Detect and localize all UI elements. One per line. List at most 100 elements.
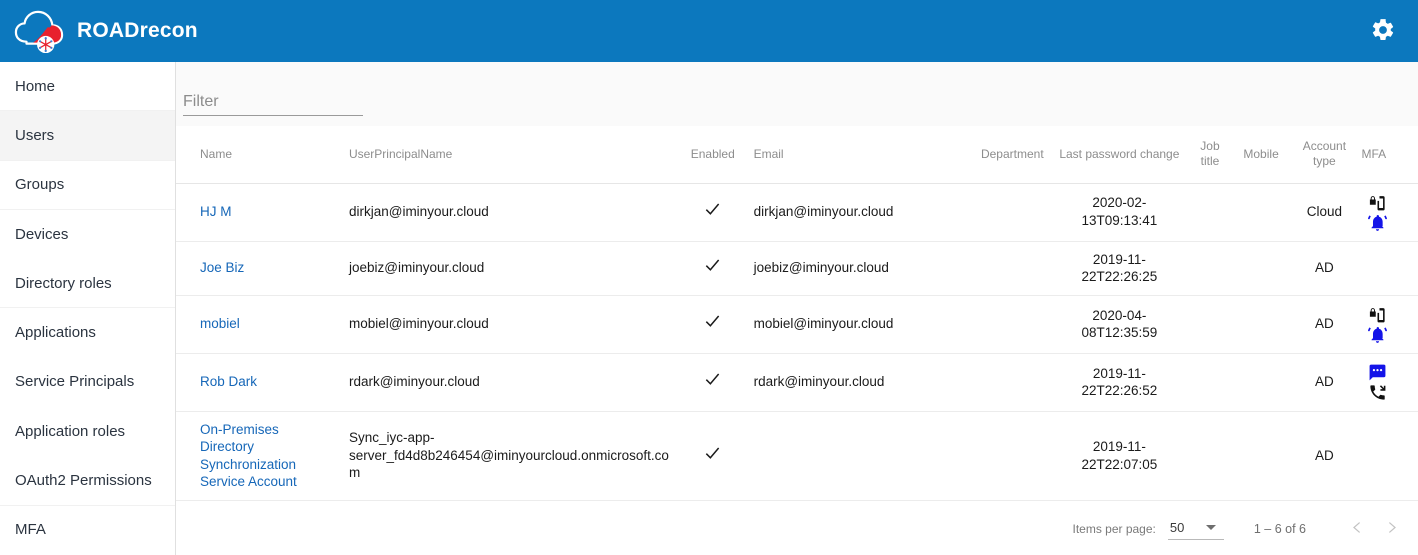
check-icon [704,257,721,274]
app-body: Home Users Groups Devices Directory role… [0,62,1418,555]
filter-input[interactable] [183,93,363,116]
phone-callback-icon [1368,383,1387,402]
cell-job-title [1189,411,1231,501]
mfa-method-list [1362,193,1413,232]
column-header-name[interactable]: Name [176,126,341,184]
cell-department [916,411,1050,501]
column-header-userprincipalname[interactable]: UserPrincipalName [340,126,678,184]
check-icon [704,313,721,330]
cell-enabled [677,353,748,412]
table-row[interactable]: Rob Dark rdark@iminyour.cloud rdark@iminyo… [176,353,1418,412]
sidebar-item-oauth2-permissions[interactable]: OAuth2 Permissions [0,456,175,506]
cell-last-password-change: 2019-11-22T22:26:25 [1049,241,1190,296]
sidebar: Home Users Groups Devices Directory role… [0,62,176,555]
table-row[interactable]: On-Premises Directory Synchronization Se… [176,411,1418,501]
sidebar-item-application-roles[interactable]: Application roles [0,407,175,456]
cell-account-type: AD [1291,241,1358,296]
cell-email: mobiel@iminyour.cloud [747,295,917,354]
sidebar-item-home[interactable]: Home [0,62,175,112]
chevron-left-icon [1349,519,1366,539]
cell-name: Joe Biz [176,241,341,296]
column-header-email[interactable]: Email [747,126,917,184]
cell-mobile [1230,353,1292,412]
user-name-link[interactable]: HJ M [200,204,232,219]
items-per-page-select[interactable]: 50 [1167,518,1224,540]
cell-userprincipalname: mobiel@iminyour.cloud [340,295,678,354]
cell-mfa [1357,183,1418,242]
user-name-link[interactable]: Joe Biz [200,260,244,275]
users-table-body: HJ M dirkjan@iminyour.cloud dirkjan@iminyo… [176,183,1418,503]
user-name-link[interactable]: Rob Dark [200,374,257,389]
cell-mobile [1230,411,1292,501]
phonelink-lock-icon [1368,305,1387,324]
sidebar-item-directory-roles[interactable]: Directory roles [0,259,175,309]
cell-mobile [1230,183,1292,242]
cell-name: On-Premises Directory Synchronization Se… [176,411,341,501]
cell-last-password-change: 2020-04-08T12:35:59 [1049,295,1190,354]
roadrecon-app: ROADrecon Home Users Groups Devices Dire… [0,0,1418,555]
cell-mobile [1230,295,1292,354]
pagination-range-label: 1 – 6 of 6 [1253,522,1306,536]
user-name-link[interactable]: On-Premises Directory Synchronization Se… [200,422,297,490]
sidebar-item-users[interactable]: Users [0,111,175,161]
items-per-page-value: 50 [1169,520,1185,535]
column-header-mobile[interactable]: Mobile [1230,126,1292,184]
user-name-link[interactable]: mobiel [200,316,240,331]
cell-department [916,183,1050,242]
mfa-method-list [1362,363,1413,402]
previous-page-button[interactable] [1340,512,1374,546]
sidebar-item-label: Users [15,126,55,144]
column-header-mfa[interactable]: MFA [1357,126,1418,184]
items-per-page-label: Items per page: [1072,522,1156,536]
sidebar-item-label: OAuth2 Permissions [15,472,152,490]
column-header-department[interactable]: Department [916,126,1050,184]
cell-enabled [677,241,748,296]
sidebar-item-applications[interactable]: Applications [0,308,175,357]
cell-email: dirkjan@iminyour.cloud [747,183,917,242]
table-row[interactable]: mobiel mobiel@iminyour.cloud mobiel@iminyo… [176,295,1418,354]
column-header-enabled[interactable]: Enabled [677,126,748,184]
cloud-snowflake-logo [14,9,64,54]
cell-job-title [1189,295,1231,354]
table-header-row: Name UserPrincipalName Enabled Email Dep… [176,126,1418,184]
sms-icon [1368,363,1387,382]
column-header-account-type[interactable]: Account type [1291,126,1358,184]
sidebar-item-mfa[interactable]: MFA [0,506,175,555]
cell-account-type: AD [1291,353,1358,412]
cell-userprincipalname: rdark@iminyour.cloud [340,353,678,412]
phonelink-lock-icon [1368,193,1387,212]
gear-icon [1370,17,1396,46]
cell-department [916,353,1050,412]
cell-last-password-change: 2019-11-22T22:26:52 [1049,353,1190,412]
sidebar-item-label: MFA [15,521,46,539]
sidebar-item-service-principals[interactable]: Service Principals [0,358,175,407]
cell-email: joebiz@iminyour.cloud [747,241,917,296]
column-header-job-title[interactable]: Job title [1189,126,1231,184]
content-area: Name UserPrincipalName Enabled Email Dep… [176,62,1418,555]
brand: ROADrecon [14,9,198,54]
column-header-last-password-change[interactable]: Last password change [1049,126,1190,184]
next-page-button[interactable] [1374,512,1408,546]
paginator: Items per page: 50 1 – 6 of 6 [176,503,1418,555]
cell-department [916,295,1050,354]
cell-mfa [1357,411,1418,501]
cell-job-title [1189,183,1231,242]
cell-account-type: AD [1291,295,1358,354]
cell-userprincipalname: Sync_iyc-app-server_fd4d8b246454@iminyou… [340,411,678,501]
check-icon [704,445,721,462]
users-table-head: Name UserPrincipalName Enabled Email Dep… [176,126,1418,184]
sidebar-item-label: Service Principals [15,373,135,391]
cell-name: HJ M [176,183,341,242]
table-row[interactable]: HJ M dirkjan@iminyour.cloud dirkjan@iminyo… [176,183,1418,242]
sidebar-item-groups[interactable]: Groups [0,161,175,210]
notifications-active-icon [1367,325,1387,344]
table-row[interactable]: Joe Biz joebiz@iminyour.cloud joebiz@iminy… [176,241,1418,296]
notifications-active-icon [1367,213,1387,232]
cell-account-type: AD [1291,411,1358,501]
cell-email [747,411,917,501]
sidebar-item-label: Home [15,77,56,95]
cell-enabled [677,411,748,501]
sidebar-item-devices[interactable]: Devices [0,210,175,259]
settings-button[interactable] [1366,14,1400,48]
check-icon [704,371,721,388]
